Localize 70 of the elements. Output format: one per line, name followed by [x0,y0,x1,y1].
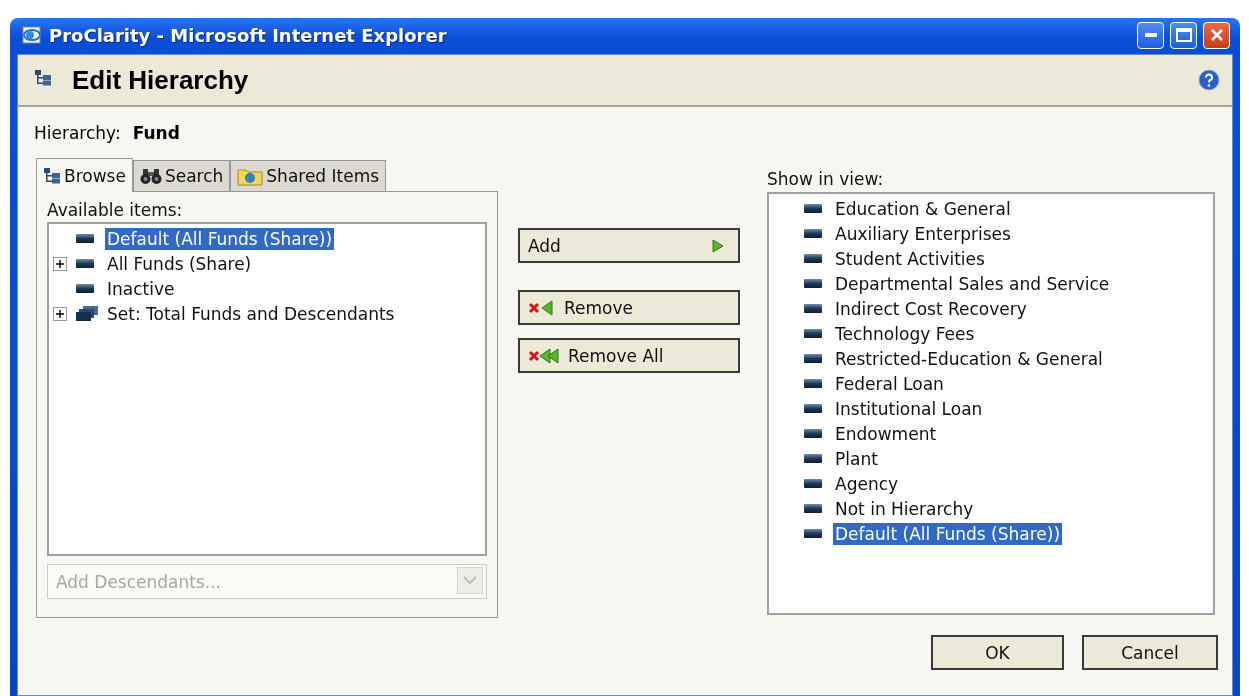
tab[interactable]: Browse [36,158,133,192]
member-icon [75,283,95,294]
member-icon [803,503,823,514]
member-icon [803,428,823,439]
window-title: ProClarity - Microsoft Internet Explorer [49,24,448,46]
member-icon [803,278,823,289]
list-item[interactable]: Inactive [105,277,177,300]
list-item[interactable]: Plant [833,447,880,470]
dialog-button[interactable]: Cancel [1082,635,1218,670]
help-icon[interactable] [1198,69,1220,91]
maximize-icon [1175,28,1192,42]
list-item[interactable]: Student Activities [833,247,987,270]
hierarchy-icon [34,69,52,87]
minimize-icon [1144,33,1157,37]
tab[interactable]: Shared Items [230,160,387,191]
member-icon [803,203,823,214]
expand-button[interactable] [53,256,67,271]
dialog-title: Edit Hierarchy [72,64,250,96]
list-item[interactable]: Set: Total Funds and Descendants [105,302,397,325]
add-button[interactable]: Add [518,228,740,263]
member-icon [803,403,823,414]
available-items-label: Available items: [47,199,184,222]
play-arrow-icon [712,238,724,253]
available-items-list[interactable]: Default (All Funds (Share)) All Funds (Share) Inactive Set: Total Funds and Descendants [47,222,487,556]
browser-icon [21,25,43,45]
binoculars-icon [139,167,162,185]
remove-all-button[interactable]: Remove All [518,338,740,373]
member-icon [803,228,823,239]
remove-icon [528,299,556,316]
tab[interactable]: Search [132,160,231,191]
member-icon [803,453,823,464]
list-item[interactable]: Institutional Loan [833,397,985,420]
list-item[interactable]: Indirect Cost Recovery [833,297,1029,320]
show-in-view-label: Show in view: [767,168,885,191]
close-button[interactable] [1203,21,1230,49]
member-icon [803,478,823,489]
minimize-button[interactable] [1137,21,1164,49]
list-item[interactable]: Default (All Funds (Share)) [105,227,335,250]
chevron-icon [463,576,477,585]
dialog-button[interactable]: OK [931,635,1064,670]
stacked-members-icon [75,305,99,322]
list-item[interactable]: Federal Loan [833,372,946,395]
list-item[interactable]: Education & General [833,197,1013,220]
list-item[interactable]: Agency [833,472,901,495]
list-item[interactable]: Restricted-Education & General [833,347,1105,370]
hierarchy-label: Hierarchy: [34,123,121,143]
list-item[interactable]: Endowment [833,422,939,445]
list-item[interactable]: Departmental Sales and Service [833,272,1112,295]
hierarchy-icon [43,166,61,185]
member-icon [803,253,823,264]
member-icon [803,303,823,314]
member-icon [803,378,823,389]
member-icon [803,528,823,539]
list-item[interactable]: Not in Hierarchy [833,497,976,520]
list-item[interactable]: All Funds (Share) [105,252,254,275]
list-item[interactable]: Auxiliary Enterprises [833,222,1013,245]
hierarchy-name: Fund [132,123,180,143]
list-item[interactable]: Default (All Funds (Share)) [833,522,1063,545]
maximize-button[interactable] [1170,21,1197,49]
member-icon [803,353,823,364]
member-icon [803,328,823,339]
close-icon [1209,28,1224,42]
member-icon [75,258,95,269]
remove-button[interactable]: Remove [518,290,740,325]
show-in-view-list[interactable] [767,192,1215,615]
expand-button[interactable] [53,306,67,321]
folder-globe-icon [237,166,264,186]
list-item[interactable]: Technology Fees [833,322,977,345]
remove-all-icon [528,347,560,364]
member-icon [75,233,95,244]
